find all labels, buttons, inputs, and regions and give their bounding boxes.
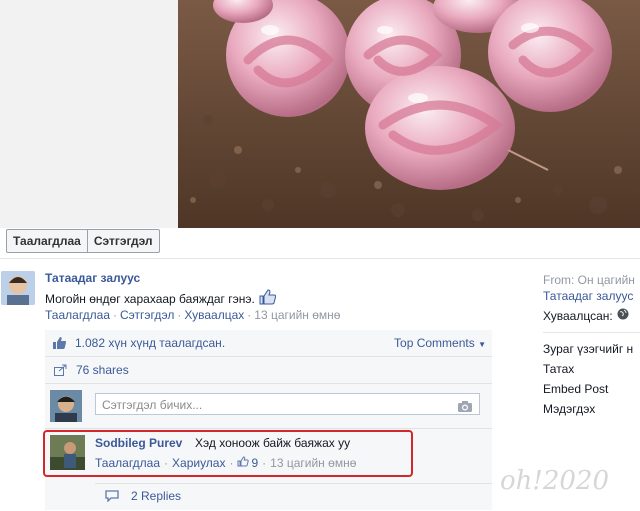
embed-post-link[interactable]: Embed Post [543,381,640,397]
like-button[interactable]: Таалагдлаа [7,230,87,252]
shared-with-label: Хуваалцсан: [543,309,613,323]
current-user-avatar [50,390,82,422]
post-comment-link[interactable]: Сэтгэгдэл [120,308,174,322]
album-owner-link[interactable]: Татаадаг залуус [543,288,640,304]
post-author-name[interactable]: Татаадаг залуус [45,271,140,285]
replies-count-text[interactable]: 2 Replies [131,489,181,503]
shares-count-text[interactable]: 76 shares [76,363,129,377]
post-caption-text: Могойн өндөг харахаар баяждаг гэнэ. [45,291,255,306]
feedback-box: 1.082 хүн хүнд таалагдсан. Top Comments … [45,330,492,510]
post-photo[interactable] [178,0,640,228]
separator-dot: · [177,308,182,322]
report-link[interactable]: Мэдэгдэх [543,401,640,417]
page-avatar-image [1,271,35,305]
tag-photo-link[interactable]: Зураг үзэгчийг н [543,341,640,357]
post-caption: Могойн өндөг харахаар баяждаг гэнэ. [45,289,276,308]
post-timestamp[interactable]: 13 цагийн өмнө [254,308,340,322]
caret-down-icon: ▼ [478,340,486,349]
globe-icon[interactable] [617,308,629,324]
photo-sidebar: From: Он цагийн Татаадаг залуус Хуваалцс… [543,272,640,417]
camera-icon[interactable] [457,398,473,420]
likes-count-text[interactable]: 1.082 хүн хүнд таалагдсан. [75,336,225,350]
watermark-logo: oh!2020 [500,466,610,496]
comment-button[interactable]: Сэтгэгдэл [86,230,159,252]
comment-compose-row: Сэтгэгдэл бичих... [45,384,492,429]
likes-summary-row: 1.082 хүн хүнд таалагдсан. Top Comments … [45,330,492,357]
snake-eggs-image [178,0,640,228]
replies-row[interactable]: 2 Replies [95,483,492,511]
shares-row: 76 shares [45,357,492,384]
comment-sort-label: Top Comments [394,336,475,350]
thumbs-up-emoticon-icon [258,289,276,308]
sidebar-divider [543,332,640,333]
photo-viewer-background [0,0,640,228]
divider [0,258,640,259]
reply-arrow-icon [105,490,119,505]
photo-action-buttons: Таалагдлаа Сэтгэгдэл [6,229,160,253]
shared-with-row: Хуваалцсан: [543,308,640,324]
comment-highlight-box [43,430,413,477]
download-link[interactable]: Татах [543,361,640,377]
separator-dot: · [113,308,118,322]
comment-input-placeholder: Сэтгэгдэл бичих... [102,398,203,412]
album-from-label: From: Он цагийн [543,273,635,287]
post-meta: Таалагдлаа · Сэтгэгдэл · Хуваалцах · 13 цагийн… [45,308,340,322]
thumbs-up-icon [52,336,67,353]
comment-input[interactable]: Сэтгэгдэл бичих... [95,393,480,415]
page-avatar[interactable] [1,271,35,305]
comment-sort-dropdown[interactable]: Top Comments ▼ [394,336,486,350]
share-icon [54,364,68,379]
post-share-link[interactable]: Хуваалцах [184,308,244,322]
post-like-link[interactable]: Таалагдлаа [45,308,110,322]
separator-dot: · [247,308,252,322]
